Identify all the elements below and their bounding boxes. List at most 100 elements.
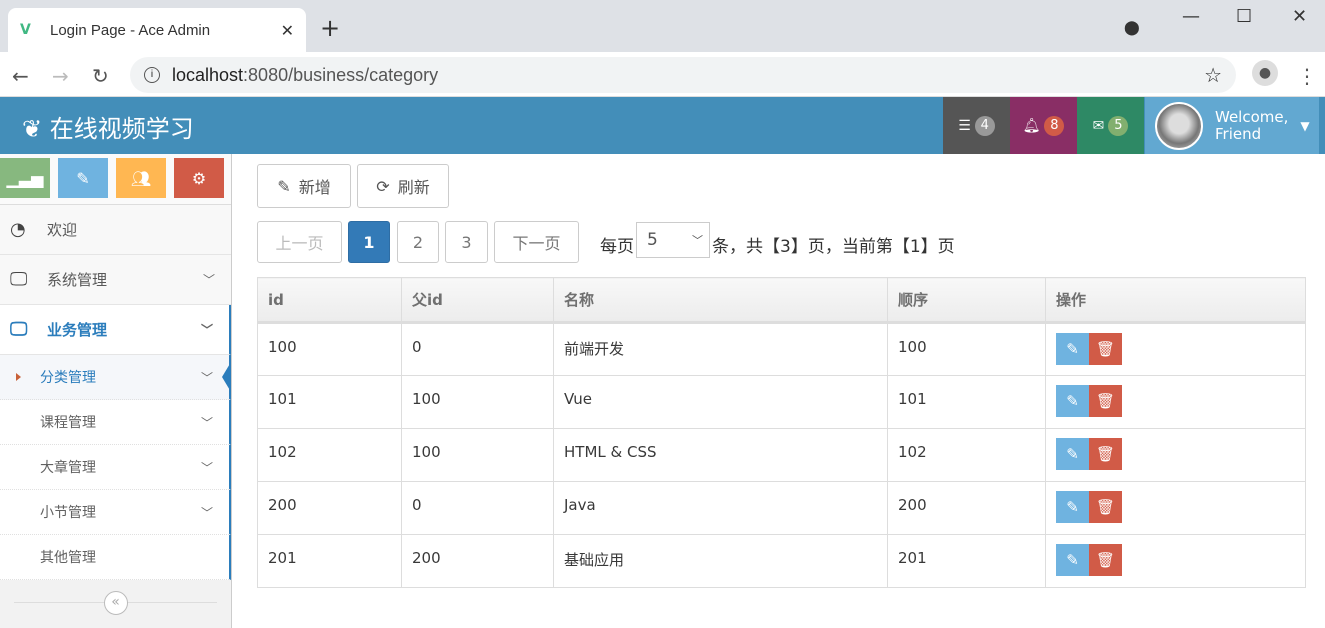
maximize-button[interactable]: ☐	[1236, 6, 1252, 27]
chevron-down-icon: ﹀	[200, 323, 213, 337]
edit-button[interactable]: ✎	[1056, 491, 1089, 523]
sidebar-subitem-label: 大章管理	[40, 460, 96, 476]
sidebar-subitem-label: 其他管理	[40, 550, 96, 566]
cell-sort: 100	[887, 322, 1046, 376]
sidebar-item-label: 系统管理	[47, 271, 108, 289]
next-page-button[interactable]: 下一页	[494, 221, 579, 263]
refresh-label: 刷新	[397, 178, 430, 197]
delete-button[interactable]: 🗑︎	[1089, 333, 1122, 365]
column-header-actions: 操作	[1045, 277, 1306, 324]
edit-button[interactable]: ✎	[1056, 333, 1089, 365]
refresh-button[interactable]: ⟳ 刷新	[357, 164, 449, 208]
back-icon[interactable]: ←	[12, 64, 29, 88]
messages-button[interactable]: ✉ 5	[1077, 97, 1144, 154]
edit-button[interactable]: ✎	[1056, 544, 1089, 576]
category-table: id 父id 名称 顺序 操作 100 0 前端开发 100 ✎ 🗑︎ 101 100 Vue 1…	[257, 277, 1306, 588]
chevron-down-icon: ﹀	[202, 273, 215, 287]
brand-title: 在线视频学习	[49, 115, 194, 143]
cell-parent-id: 200	[401, 534, 554, 588]
chevron-down-icon: ﹀	[200, 370, 213, 385]
tasks-icon: ☰	[958, 117, 971, 134]
new-tab-button[interactable]: +	[320, 14, 340, 42]
page-3-button[interactable]: 3	[445, 221, 488, 263]
cell-sort: 102	[887, 428, 1046, 482]
forward-icon[interactable]: →	[52, 64, 69, 88]
navbar: ❦ 在线视频学习 ☰ 4 🔔︎ 8 ✉ 5 Welcome, Friend ▼	[0, 97, 1325, 154]
leaf-icon: ❦	[22, 115, 43, 143]
sidebar-subitem-other[interactable]: 其他管理	[0, 535, 231, 580]
tasks-badge: 4	[974, 115, 995, 136]
sidebar-subitem-category[interactable]: 分类管理 ﹀	[0, 355, 231, 400]
brand[interactable]: ❦ 在线视频学习	[22, 109, 194, 144]
reload-icon[interactable]: ↻	[92, 64, 109, 88]
edit-button[interactable]: ✎	[1056, 385, 1089, 417]
delete-button[interactable]: 🗑︎	[1089, 491, 1122, 523]
cogs-icon[interactable]: ⚙	[174, 158, 224, 198]
sidebar-subitem-chapter[interactable]: 大章管理 ﹀	[0, 445, 231, 490]
close-window-button[interactable]: ✕	[1292, 6, 1307, 27]
table-row: 200 0 Java 200 ✎ 🗑︎	[257, 481, 1306, 535]
page-1-button[interactable]: 1	[348, 221, 390, 263]
cell-sort: 101	[887, 375, 1046, 429]
sidebar-subitem-label: 课程管理	[40, 415, 96, 431]
account-icon[interactable]: ●	[1252, 60, 1278, 86]
cell-id: 200	[257, 481, 402, 535]
delete-button[interactable]: 🗑︎	[1089, 385, 1122, 417]
sidebar-subitem-label: 分类管理	[40, 370, 96, 386]
profile-menu-icon[interactable]: ⬤	[1124, 20, 1140, 36]
prev-page-button[interactable]: 上一页	[257, 221, 342, 263]
cell-actions: ✎ 🗑︎	[1045, 428, 1306, 482]
delete-button[interactable]: 🗑︎	[1089, 438, 1122, 470]
per-page-select[interactable]: 5 ﹀	[636, 222, 710, 258]
chevron-down-icon: ﹀	[200, 505, 213, 520]
pencil-icon[interactable]: ✎	[58, 158, 108, 198]
per-page-prefix: 每页	[600, 236, 634, 257]
pagination-summary: 条，共【3】页，当前第【1】页	[712, 236, 955, 257]
cell-name: Vue	[553, 375, 888, 429]
pagination-info: 每页 5 ﹀ 条，共【3】页，当前第【1】页	[600, 222, 955, 258]
bell-icon: 🔔︎	[1022, 117, 1041, 134]
bookmark-star-icon[interactable]: ☆	[1204, 63, 1222, 88]
chevron-down-icon: ﹀	[200, 460, 213, 475]
cell-actions: ✎ 🗑︎	[1045, 534, 1306, 588]
sidebar-item-system[interactable]: 🖵 系统管理 ﹀	[0, 255, 231, 305]
sidebar-collapse: «	[0, 580, 231, 625]
page-2-button[interactable]: 2	[397, 221, 439, 263]
cell-parent-id: 0	[401, 322, 554, 376]
close-tab-icon[interactable]: ✕	[281, 21, 294, 40]
url-input[interactable]: i localhost:8080/business/category ☆	[130, 57, 1236, 93]
sidebar-item-welcome[interactable]: ◔ 欢迎	[0, 205, 231, 255]
address-bar-row: ← → ↻ i localhost:8080/business/category…	[0, 52, 1325, 97]
vue-logo-icon: V	[20, 22, 31, 38]
info-icon[interactable]: i	[144, 67, 160, 83]
double-chevron-left-icon[interactable]: «	[103, 590, 128, 615]
desktop-icon: 🖵	[10, 319, 28, 340]
refresh-icon: ⟳	[376, 176, 390, 196]
signal-icon[interactable]: ▁▃▅	[0, 158, 50, 198]
users-icon[interactable]: 👥︎	[116, 158, 166, 198]
url-host: localhost	[172, 64, 244, 85]
tasks-button[interactable]: ☰ 4	[943, 97, 1010, 154]
sidebar-item-business[interactable]: 🖵 业务管理 ﹀	[0, 305, 231, 355]
envelope-icon: ✉	[1092, 117, 1105, 134]
notifications-button[interactable]: 🔔︎ 8	[1010, 97, 1077, 154]
browser-tab[interactable]: V Login Page - Ace Admin ✕	[8, 8, 306, 52]
per-page-value: 5	[647, 230, 658, 250]
cell-id: 100	[257, 322, 402, 376]
messages-badge: 5	[1108, 115, 1129, 136]
user-menu[interactable]: Welcome, Friend ▼	[1145, 97, 1319, 154]
menu-icon[interactable]: ⋮	[1297, 64, 1317, 88]
welcome-text: Welcome,	[1215, 107, 1289, 126]
table-row: 201 200 基础应用 201 ✎ 🗑︎	[257, 534, 1306, 588]
cell-id: 101	[257, 375, 402, 429]
edit-button[interactable]: ✎	[1056, 438, 1089, 470]
sidebar-subitem-section[interactable]: 小节管理 ﹀	[0, 490, 231, 535]
cell-actions: ✎ 🗑︎	[1045, 481, 1306, 535]
delete-button[interactable]: 🗑︎	[1089, 544, 1122, 576]
sidebar-subitem-course[interactable]: 课程管理 ﹀	[0, 400, 231, 445]
add-button[interactable]: ✎ 新增	[257, 164, 351, 208]
table-row: 100 0 前端开发 100 ✎ 🗑︎	[257, 322, 1306, 376]
table-row: 101 100 Vue 101 ✎ 🗑︎	[257, 375, 1306, 429]
minimize-button[interactable]: —	[1182, 6, 1200, 27]
chevron-down-icon: ﹀	[692, 234, 703, 247]
